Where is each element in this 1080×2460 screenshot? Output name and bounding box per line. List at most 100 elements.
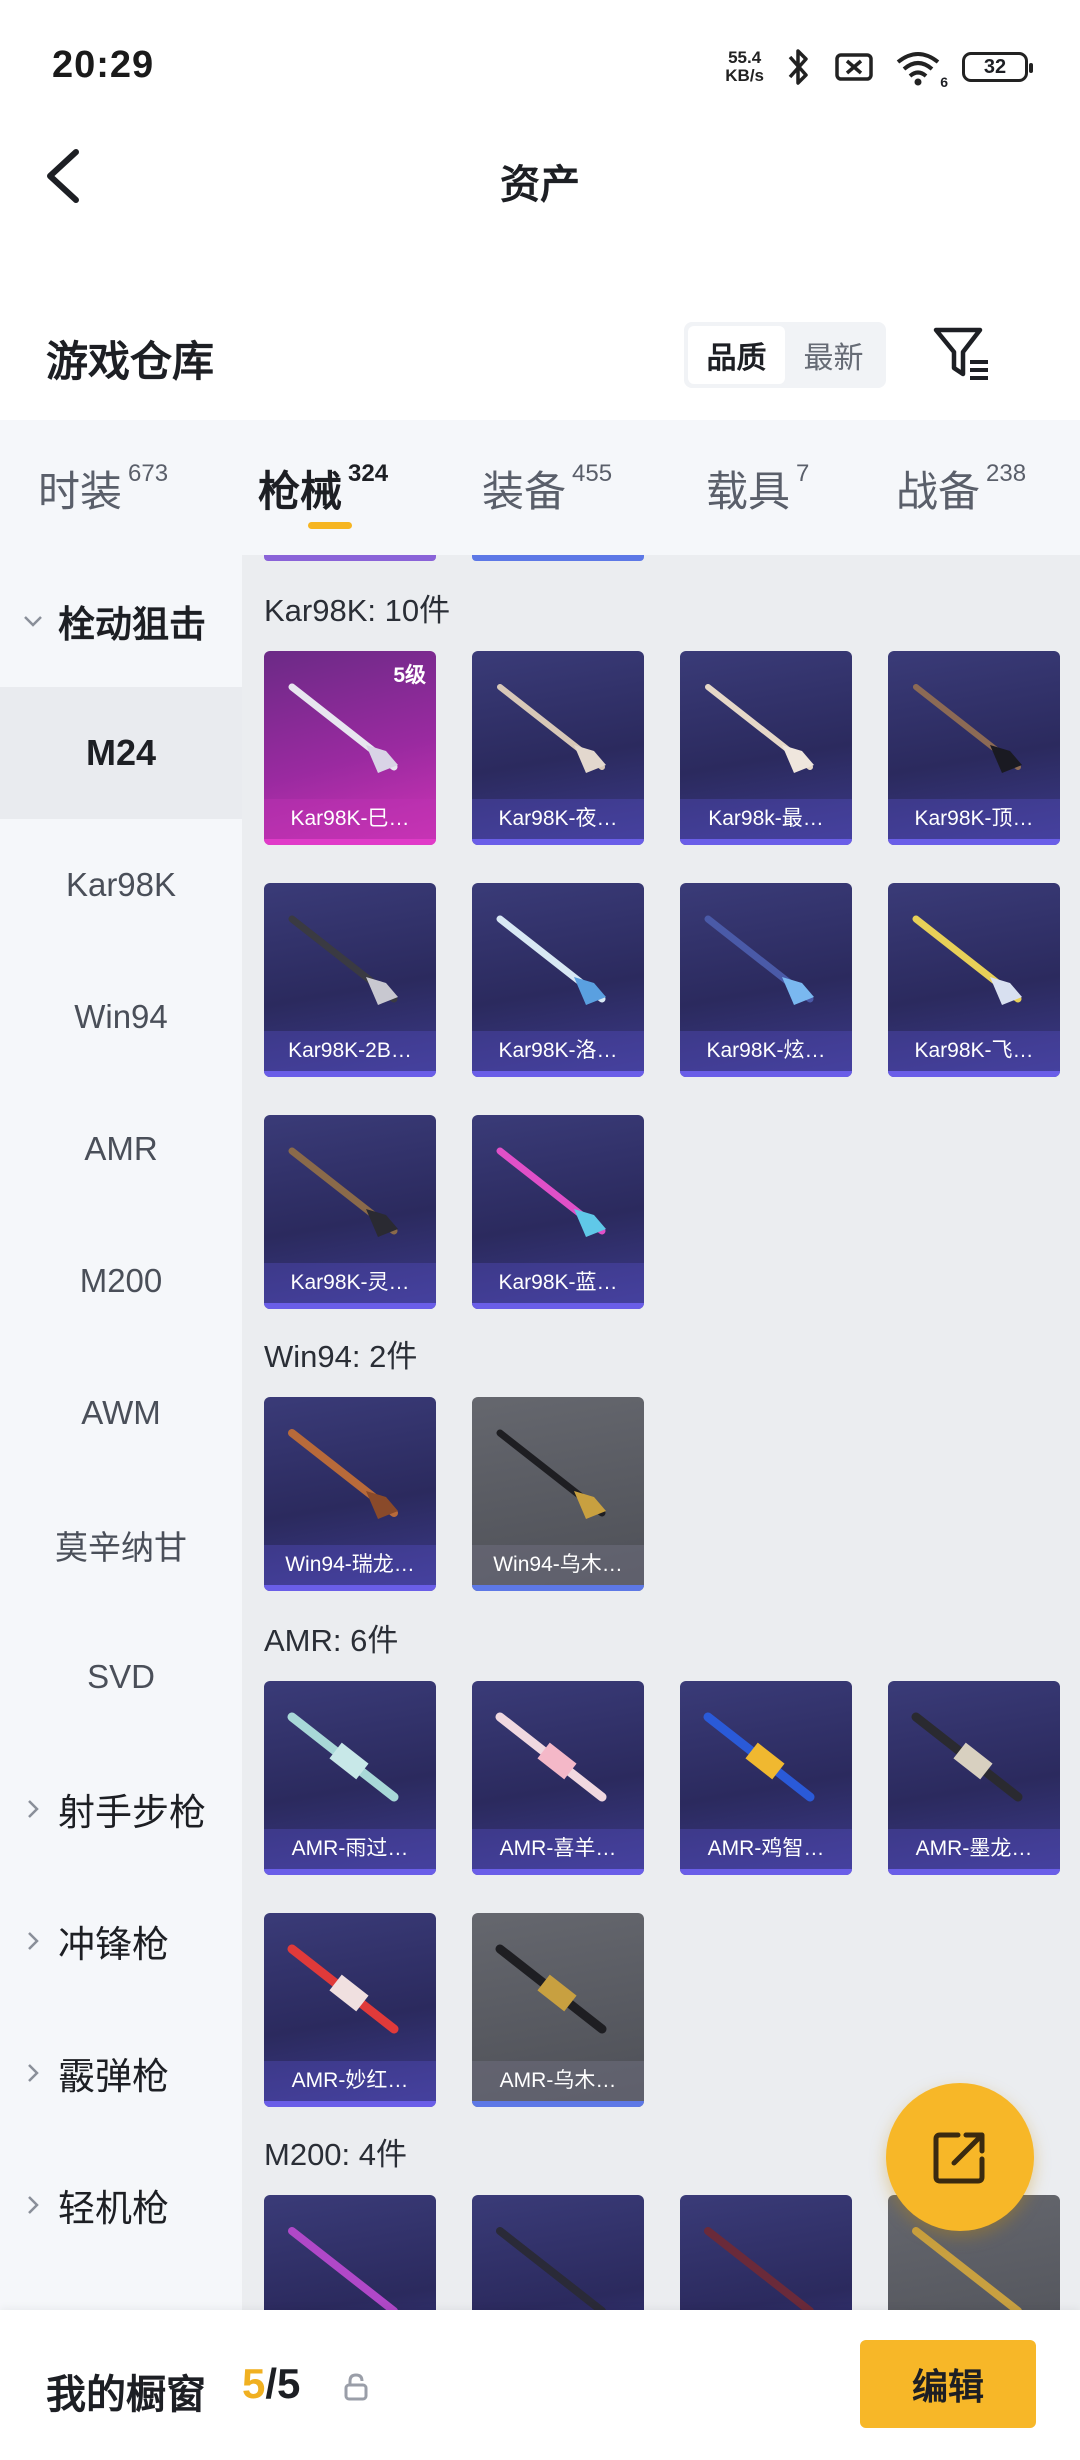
weapon-card[interactable]: Kar98K-顶… [888,651,1060,845]
status-icons: 55.4 KB/s 6 32 [725,42,1033,92]
wifi-icon: 6 [894,48,948,90]
sidebar-item-m200[interactable]: M200 [0,1215,242,1347]
group-title-win94: Win94: 2件 [264,1339,418,1374]
tab-weapons[interactable]: 枪械 324 [258,458,388,519]
sidebar-item-win94[interactable]: Win94 [0,951,242,1083]
card-bottom-edge [472,555,644,561]
weapon-name: Kar98K-2B… [264,1031,436,1071]
rifle-icon [496,1147,606,1237]
weapon-name: AMR-喜羊… [472,1829,644,1869]
sidebar-item-mosin[interactable]: 莫辛纳甘 [0,1479,242,1611]
rifle-icon [288,1429,398,1519]
rifle-icon [496,1429,606,1519]
sidebar-item-svd[interactable]: SVD [0,1611,242,1743]
share-icon [933,2132,985,2184]
sidebar-item-m24[interactable]: M24 [0,687,242,819]
active-tab-indicator [308,522,352,529]
chevron-right-icon [20,1928,46,1954]
weapon-card[interactable]: Win94-瑞龙… [264,1397,436,1591]
card-bottom-edge [264,555,436,561]
rifle-icon [496,915,606,1005]
chevron-right-icon [20,2060,46,2086]
bluetooth-icon [788,49,808,85]
group-title-kar98k: Kar98K: 10件 [264,593,451,628]
rifle-icon [911,1712,1023,1802]
rarity-bar [888,1869,1060,1875]
weapon-name: Win94-瑞龙… [264,1545,436,1585]
weapon-card[interactable]: Kar98K-2B… [264,883,436,1077]
weapon-card[interactable]: 5级 Kar98K-巳… [264,651,436,845]
sidebar-item-awm[interactable]: AWM [0,1347,242,1479]
rarity-bar [680,1869,852,1875]
rifle-icon [704,2227,814,2310]
rarity-bar [264,1303,436,1309]
weapon-name: Kar98K-巳… [264,799,436,839]
rarity-bar [264,1869,436,1875]
tab-supplies[interactable]: 战备 238 [896,458,1026,519]
weapon-card[interactable]: Win94-乌木… [472,1397,644,1591]
weapon-card[interactable]: Kar98K-炫… [680,883,852,1077]
share-button[interactable] [886,2083,1034,2231]
group-title-m200: M200: 4件 [264,2137,408,2172]
filter-button[interactable] [930,322,992,384]
sidebar-item-kar98k[interactable]: Kar98K [0,819,242,951]
showcase-count: 5/5 [242,2360,301,2407]
sidebar-item-amr[interactable]: AMR [0,1083,242,1215]
rifle-icon [495,1712,607,1802]
weapon-name: Kar98K-飞… [888,1031,1060,1071]
section-title: 游戏仓库 [46,338,215,385]
rarity-bar [264,839,436,845]
rarity-bar [472,1071,644,1077]
rifle-icon [703,1712,815,1802]
rarity-bar [680,1071,852,1077]
chevron-right-icon [20,2192,46,2218]
rarity-bar [888,1071,1060,1077]
sidebar-group-smg[interactable]: 冲锋枪 [0,1875,242,2007]
sort-toggle: 品质 最新 [684,322,886,388]
rifle-icon [288,915,398,1005]
sidebar-group-shotgun[interactable]: 霰弹枪 [0,2007,242,2139]
tab-equipment[interactable]: 装备 455 [482,458,612,519]
weapon-card[interactable] [264,2195,436,2310]
weapon-card[interactable]: AMR-妙红… [264,1913,436,2107]
filter-icon [933,327,988,380]
weapon-card[interactable]: AMR-墨龙… [888,1681,1060,1875]
weapon-name: AMR-鸡智… [680,1829,852,1869]
weapon-card[interactable]: AMR-鸡智… [680,1681,852,1875]
tab-vehicles[interactable]: 载具 7 [706,458,809,519]
showcase-label: 我的橱窗 [46,2373,206,2417]
lock-icon [344,2373,368,2401]
weapon-card[interactable]: AMR-乌木… [472,1913,644,2107]
weapon-card[interactable] [472,2195,644,2310]
weapon-name: Kar98K-夜… [472,799,644,839]
group-title-amr: AMR: 6件 [264,1623,399,1658]
rifle-icon [288,2227,398,2310]
sidebar-group-marksman[interactable]: 射手步枪 [0,1743,242,1875]
sort-quality-option[interactable]: 品质 [688,326,785,384]
weapon-card[interactable]: AMR-雨过… [264,1681,436,1875]
weapon-name: Kar98K-顶… [888,799,1060,839]
edit-button[interactable]: 编辑 [860,2340,1036,2428]
weapon-name: AMR-乌木… [472,2061,644,2101]
tab-fashion[interactable]: 时装 673 [38,458,168,519]
weapon-card[interactable]: Kar98K-灵… [264,1115,436,1309]
rarity-bar [472,1585,644,1591]
weapon-card[interactable]: Kar98K-飞… [888,883,1060,1077]
weapon-card[interactable]: Kar98K-夜… [472,651,644,845]
sidebar-group-lmg[interactable]: 轻机枪 [0,2139,242,2271]
rifle-icon [287,1944,399,2034]
rarity-bar [888,839,1060,845]
weapon-card[interactable]: AMR-喜羊… [472,1681,644,1875]
weapon-name: AMR-雨过… [264,1829,436,1869]
status-time: 20:29 [52,44,155,86]
weapon-card[interactable] [680,2195,852,2310]
sort-newest-option[interactable]: 最新 [785,326,882,384]
battery-indicator: 32 [962,52,1033,82]
weapon-card[interactable]: Kar98K-蓝… [472,1115,644,1309]
sidebar-group-bolt-sniper[interactable]: 栓动狙击 [0,555,242,687]
weapon-card[interactable]: Kar98k-最… [680,651,852,845]
rifle-icon [287,1712,399,1802]
page-title: 资产 [500,163,580,207]
rarity-bar [472,1303,644,1309]
weapon-card[interactable]: Kar98K-洛… [472,883,644,1077]
